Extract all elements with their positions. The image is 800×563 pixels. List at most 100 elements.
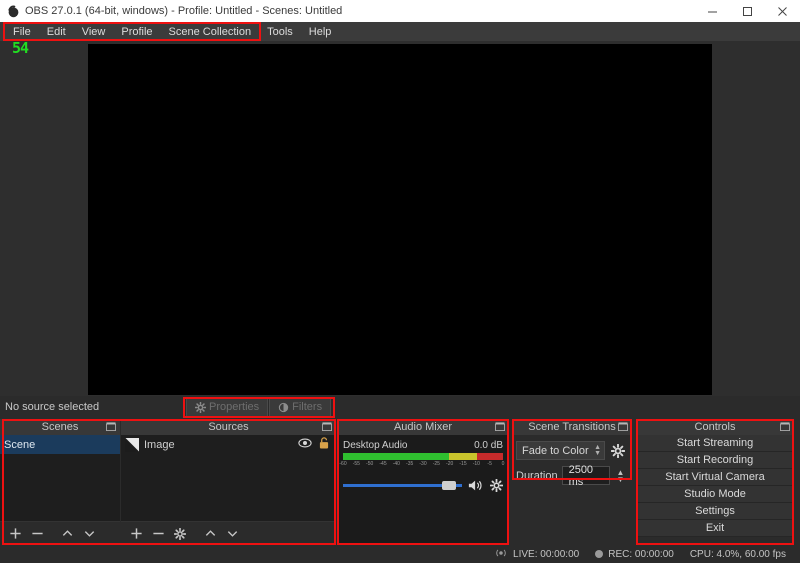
- remove-source-button[interactable]: [148, 524, 168, 544]
- cpu-status-label: CPU: 4.0%, 60.00 fps: [689, 548, 786, 560]
- float-dock-icon[interactable]: [780, 422, 790, 431]
- sources-dock: Sources Image: [121, 419, 336, 545]
- chevron-updown-icon: ▲ ▼: [594, 443, 601, 457]
- scenes-toolbar: [0, 521, 120, 545]
- scene-transitions-body: Fade to Color ▲ ▼ Duration 2500 ms ▲ ▼: [512, 435, 632, 545]
- live-status-label: LIVE: 00:00:00: [513, 548, 580, 560]
- volume-slider-handle[interactable]: [441, 481, 456, 490]
- menu-bar: File Edit View Profile Scene Collection …: [0, 22, 800, 41]
- sources-dock-title: Sources: [121, 419, 336, 435]
- meter-tick-label: -50: [366, 461, 374, 467]
- duration-input[interactable]: 2500 ms: [561, 463, 610, 488]
- scenes-title-label: Scenes: [41, 421, 79, 433]
- menu-item-scene-collection[interactable]: Scene Collection: [161, 24, 260, 40]
- scenes-dock: Scenes Scene: [0, 419, 120, 545]
- menu-item-edit[interactable]: Edit: [39, 24, 74, 40]
- start-streaming-button[interactable]: Start Streaming: [636, 435, 794, 452]
- audio-settings-gear-icon[interactable]: [490, 478, 503, 492]
- meter-yellow-zone: [448, 453, 478, 460]
- transition-select[interactable]: Fade to Color ▲ ▼: [516, 441, 605, 460]
- obs-main-window: OBS 27.0.1 (64-bit, windows) - Profile: …: [0, 0, 800, 563]
- unlock-icon[interactable]: [319, 437, 329, 452]
- scene-transitions-title-label: Scene Transitions: [528, 421, 616, 433]
- source-properties-button[interactable]: [170, 524, 190, 544]
- preview-area[interactable]: [0, 41, 800, 396]
- float-dock-icon[interactable]: [322, 422, 332, 431]
- volume-slider[interactable]: [343, 478, 462, 492]
- transition-settings-gear-icon[interactable]: [609, 443, 627, 458]
- add-scene-button[interactable]: [5, 524, 25, 544]
- menu-item-help[interactable]: Help: [301, 24, 340, 40]
- title-bar: OBS 27.0.1 (64-bit, windows) - Profile: …: [0, 0, 800, 22]
- list-item[interactable]: Scene: [0, 435, 120, 454]
- transition-select-value: Fade to Color: [522, 444, 589, 457]
- menu-item-tools[interactable]: Tools: [259, 24, 301, 40]
- duration-label: Duration: [516, 469, 558, 482]
- meter-tick-label: -10: [472, 461, 480, 467]
- scene-transitions-dock: Scene Transitions Fade to Color ▲ ▼ Durat…: [512, 419, 632, 545]
- float-dock-icon[interactable]: [106, 422, 116, 431]
- stepper-down-icon[interactable]: ▼: [617, 475, 625, 483]
- float-dock-icon[interactable]: [495, 422, 505, 431]
- move-source-down-button[interactable]: [222, 524, 242, 544]
- minimize-button[interactable]: [695, 0, 730, 22]
- image-source-icon: [125, 437, 139, 452]
- audio-mixer-body: Desktop Audio 0.0 dB -60 -55 -50 -45 -40 -35-…: [337, 435, 509, 545]
- eye-icon[interactable]: [298, 438, 312, 451]
- move-scene-down-button[interactable]: [79, 524, 99, 544]
- controls-body: Start Streaming Start Recording Start Vi…: [636, 435, 794, 537]
- maximize-button[interactable]: [730, 0, 765, 22]
- meter-tick-label: -45: [379, 461, 387, 467]
- source-action-buttons: Properties Filters: [186, 397, 332, 417]
- filters-button[interactable]: Filters: [269, 397, 332, 417]
- audio-mixer-dock: Audio Mixer Desktop Audio 0.0 dB -60 -55-…: [337, 419, 509, 545]
- close-button[interactable]: [765, 0, 800, 22]
- audio-volume-row: [343, 478, 503, 492]
- properties-label: Properties: [209, 401, 260, 413]
- menu-item-profile[interactable]: Profile: [113, 24, 160, 40]
- scenes-list[interactable]: Scene: [0, 435, 120, 521]
- meter-tick-label: -60: [339, 461, 347, 467]
- rec-status-label: REC: 00:00:00: [608, 548, 674, 560]
- controls-dock: Controls Start Streaming Start Recording…: [636, 419, 794, 545]
- list-item[interactable]: Image: [121, 435, 336, 454]
- properties-button[interactable]: Properties: [186, 397, 269, 417]
- audio-channel-header: Desktop Audio 0.0 dB: [343, 440, 503, 451]
- duration-value: 2500 ms: [568, 463, 594, 488]
- live-status: LIVE: 00:00:00: [494, 548, 579, 561]
- menu-item-view[interactable]: View: [74, 24, 114, 40]
- remove-scene-button[interactable]: [27, 524, 47, 544]
- settings-button[interactable]: Settings: [636, 503, 794, 520]
- audio-channel-name: Desktop Audio: [343, 440, 408, 451]
- filters-icon: [278, 402, 289, 413]
- move-source-up-button[interactable]: [200, 524, 220, 544]
- start-virtual-camera-button[interactable]: Start Virtual Camera: [636, 469, 794, 486]
- controls-title-label: Controls: [694, 421, 736, 433]
- duration-stepper[interactable]: ▲ ▼: [614, 466, 627, 485]
- exit-button[interactable]: Exit: [636, 520, 794, 537]
- meter-green-zone: [343, 453, 449, 460]
- preview-canvas[interactable]: [88, 44, 712, 395]
- menu-item-file[interactable]: File: [5, 24, 39, 40]
- move-scene-up-button[interactable]: [57, 524, 77, 544]
- studio-mode-button[interactable]: Studio Mode: [636, 486, 794, 503]
- audio-meter-scale: -60 -55 -50 -45 -40 -35 -30 -25 -20 -15 -10 -5 0: [339, 461, 504, 471]
- window-controls: [695, 0, 800, 22]
- add-source-button[interactable]: [126, 524, 146, 544]
- audio-mixer-title-label: Audio Mixer: [393, 421, 453, 433]
- source-status-text: No source selected: [5, 401, 100, 413]
- record-indicator-icon: [595, 550, 604, 558]
- obs-logo-icon: [4, 0, 22, 22]
- transition-select-row: Fade to Color ▲ ▼: [516, 441, 627, 460]
- speaker-icon[interactable]: [468, 479, 484, 492]
- meter-tick-label: -35: [406, 461, 414, 467]
- start-recording-button[interactable]: Start Recording: [636, 452, 794, 469]
- meter-tick-label: -30: [419, 461, 427, 467]
- meter-tick-label: -5: [487, 461, 492, 467]
- meter-tick-label: -55: [352, 461, 360, 467]
- float-dock-icon[interactable]: [618, 422, 628, 431]
- rec-status: REC: 00:00:00: [595, 549, 674, 560]
- sources-list[interactable]: Image: [121, 435, 336, 521]
- source-status-bar: No source selected Properties Filters: [0, 396, 800, 418]
- meter-tick-label: -40: [392, 461, 400, 467]
